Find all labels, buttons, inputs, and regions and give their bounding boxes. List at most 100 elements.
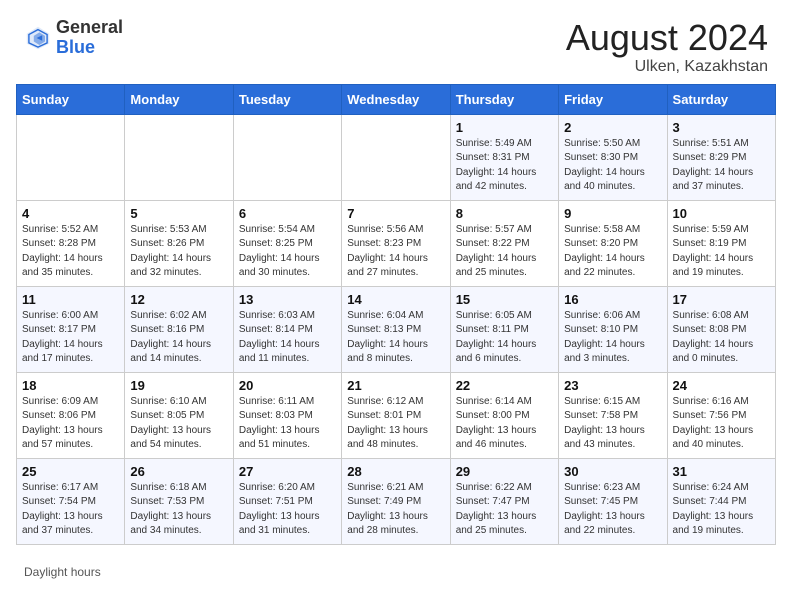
- day-number: 14: [347, 292, 444, 307]
- dow-header: Wednesday: [342, 84, 450, 114]
- calendar-week-row: 18 Sunrise: 6:09 AM Sunset: 8:06 PM Dayli…: [17, 372, 776, 458]
- day-number: 21: [347, 378, 444, 393]
- calendar-cell: 3Sunrise: 5:51 AM Sunset: 8:29 PM Daylig…: [667, 114, 775, 200]
- footer-label: Daylight hours: [24, 565, 101, 579]
- day-number: 26: [130, 464, 227, 479]
- calendar-cell: 27Sunrise: 6:20 AM Sunset: 7:51 PM Dayli…: [233, 458, 341, 544]
- day-number: 24: [673, 378, 770, 393]
- logo-general: General: [56, 17, 123, 37]
- day-number: 10: [673, 206, 770, 221]
- calendar-cell: 4 Sunrise: 5:52 AM Sunset: 8:28 PM Daylig…: [17, 200, 125, 286]
- calendar-cell: 14 Sunrise: 6:04 AM Sunset: 8:13 PM Dayli…: [342, 286, 450, 372]
- day-number: 16: [564, 292, 661, 307]
- day-info: Sunrise: 5:50 AM Sunset: 8:30 PM Dayligh…: [564, 137, 661, 195]
- day-number: 19: [130, 378, 227, 393]
- dow-header: Tuesday: [233, 84, 341, 114]
- day-info: Sunrise: 5:52 AM Sunset: 8:28 PM Dayligh…: [22, 223, 119, 281]
- calendar-cell: 24 Sunrise: 6:16 AM Sunset: 7:56 PM Dayli…: [667, 372, 775, 458]
- logo-text: General Blue: [56, 18, 123, 58]
- day-info: Sunrise: 5:59 AM Sunset: 8:19 PM Dayligh…: [673, 223, 770, 281]
- calendar-cell: 29 Sunrise: 6:22 AM Sunset: 7:47 PM Dayli…: [450, 458, 558, 544]
- calendar-cell: 7 Sunrise: 5:56 AM Sunset: 8:23 PM Daylig…: [342, 200, 450, 286]
- calendar-cell: 10 Sunrise: 5:59 AM Sunset: 8:19 PM Dayli…: [667, 200, 775, 286]
- day-number: 31: [673, 464, 770, 479]
- day-info: Sunrise: 6:03 AM Sunset: 8:14 PM Dayligh…: [239, 309, 336, 367]
- calendar-cell: 16Sunrise: 6:06 AM Sunset: 8:10 PM Dayli…: [559, 286, 667, 372]
- calendar-cell: 15 Sunrise: 6:05 AM Sunset: 8:11 PM Dayli…: [450, 286, 558, 372]
- day-info: Sunrise: 6:09 AM Sunset: 8:06 PM Dayligh…: [22, 395, 119, 453]
- day-info: Sunrise: 6:10 AM Sunset: 8:05 PM Dayligh…: [130, 395, 227, 453]
- dow-header: Monday: [125, 84, 233, 114]
- day-info: Sunrise: 5:58 AM Sunset: 8:20 PM Dayligh…: [564, 223, 661, 281]
- calendar-wrap: SundayMondayTuesdayWednesdayThursdayFrid…: [0, 84, 792, 561]
- day-info: Sunrise: 6:04 AM Sunset: 8:13 PM Dayligh…: [347, 309, 444, 367]
- calendar-cell: 28 Sunrise: 6:21 AM Sunset: 7:49 PM Dayli…: [342, 458, 450, 544]
- calendar-cell: [233, 114, 341, 200]
- day-info: Sunrise: 6:17 AM Sunset: 7:54 PM Dayligh…: [22, 481, 119, 539]
- calendar-cell: [17, 114, 125, 200]
- day-info: Sunrise: 5:56 AM Sunset: 8:23 PM Dayligh…: [347, 223, 444, 281]
- day-info: Sunrise: 6:00 AM Sunset: 8:17 PM Dayligh…: [22, 309, 119, 367]
- day-number: 28: [347, 464, 444, 479]
- calendar-week-row: 25 Sunrise: 6:17 AM Sunset: 7:54 PM Dayli…: [17, 458, 776, 544]
- calendar-cell: [125, 114, 233, 200]
- day-info: Sunrise: 6:08 AM Sunset: 8:08 PM Dayligh…: [673, 309, 770, 367]
- day-info: Sunrise: 6:24 AM Sunset: 7:44 PM Dayligh…: [673, 481, 770, 539]
- calendar-cell: 30 Sunrise: 6:23 AM Sunset: 7:45 PM Dayli…: [559, 458, 667, 544]
- day-info: Sunrise: 6:22 AM Sunset: 7:47 PM Dayligh…: [456, 481, 553, 539]
- location: Ulken, Kazakhstan: [566, 58, 768, 76]
- day-number: 4: [22, 206, 119, 221]
- calendar-week-row: 4 Sunrise: 5:52 AM Sunset: 8:28 PM Daylig…: [17, 200, 776, 286]
- day-number: 13: [239, 292, 336, 307]
- day-number: 22: [456, 378, 553, 393]
- day-number: 15: [456, 292, 553, 307]
- month-year: August 2024: [566, 18, 768, 58]
- calendar-cell: 21 Sunrise: 6:12 AM Sunset: 8:01 PM Dayli…: [342, 372, 450, 458]
- calendar-cell: 13 Sunrise: 6:03 AM Sunset: 8:14 PM Dayli…: [233, 286, 341, 372]
- calendar-cell: 2 Sunrise: 5:50 AM Sunset: 8:30 PM Daylig…: [559, 114, 667, 200]
- day-number: 8: [456, 206, 553, 221]
- day-number: 23: [564, 378, 661, 393]
- day-number: 30: [564, 464, 661, 479]
- day-info: Sunrise: 6:16 AM Sunset: 7:56 PM Dayligh…: [673, 395, 770, 453]
- day-number: 12: [130, 292, 227, 307]
- day-number: 5: [130, 206, 227, 221]
- calendar-cell: 11 Sunrise: 6:00 AM Sunset: 8:17 PM Dayli…: [17, 286, 125, 372]
- dow-header: Friday: [559, 84, 667, 114]
- day-number: 17: [673, 292, 770, 307]
- day-info: Sunrise: 6:21 AM Sunset: 7:49 PM Dayligh…: [347, 481, 444, 539]
- day-info: Sunrise: 5:53 AM Sunset: 8:26 PM Dayligh…: [130, 223, 227, 281]
- calendar-cell: 31 Sunrise: 6:24 AM Sunset: 7:44 PM Dayli…: [667, 458, 775, 544]
- day-number: 11: [22, 292, 119, 307]
- header: General Blue August 2024 Ulken, Kazakhst…: [0, 0, 792, 84]
- calendar-cell: 8 Sunrise: 5:57 AM Sunset: 8:22 PM Daylig…: [450, 200, 558, 286]
- day-number: 9: [564, 206, 661, 221]
- logo-icon: [24, 24, 52, 52]
- day-info: Sunrise: 5:57 AM Sunset: 8:22 PM Dayligh…: [456, 223, 553, 281]
- day-number: 18: [22, 378, 119, 393]
- day-info: Sunrise: 6:12 AM Sunset: 8:01 PM Dayligh…: [347, 395, 444, 453]
- day-info: Sunrise: 6:05 AM Sunset: 8:11 PM Dayligh…: [456, 309, 553, 367]
- logo-blue: Blue: [56, 37, 95, 57]
- calendar-cell: 1Sunrise: 5:49 AM Sunset: 8:31 PM Daylig…: [450, 114, 558, 200]
- day-number: 2: [564, 120, 661, 135]
- day-info: Sunrise: 6:23 AM Sunset: 7:45 PM Dayligh…: [564, 481, 661, 539]
- day-number: 20: [239, 378, 336, 393]
- calendar-cell: 17 Sunrise: 6:08 AM Sunset: 8:08 PM Dayli…: [667, 286, 775, 372]
- day-info: Sunrise: 6:02 AM Sunset: 8:16 PM Dayligh…: [130, 309, 227, 367]
- day-info: Sunrise: 6:14 AM Sunset: 8:00 PM Dayligh…: [456, 395, 553, 453]
- calendar-cell: 19 Sunrise: 6:10 AM Sunset: 8:05 PM Dayli…: [125, 372, 233, 458]
- dow-header: Thursday: [450, 84, 558, 114]
- logo: General Blue: [24, 18, 123, 58]
- dow-header: Sunday: [17, 84, 125, 114]
- day-number: 29: [456, 464, 553, 479]
- day-info: Sunrise: 6:11 AM Sunset: 8:03 PM Dayligh…: [239, 395, 336, 453]
- day-number: 1: [456, 120, 553, 135]
- day-info: Sunrise: 6:15 AM Sunset: 7:58 PM Dayligh…: [564, 395, 661, 453]
- day-number: 25: [22, 464, 119, 479]
- day-number: 27: [239, 464, 336, 479]
- calendar-cell: [342, 114, 450, 200]
- dow-header: Saturday: [667, 84, 775, 114]
- day-info: Sunrise: 5:54 AM Sunset: 8:25 PM Dayligh…: [239, 223, 336, 281]
- day-number: 7: [347, 206, 444, 221]
